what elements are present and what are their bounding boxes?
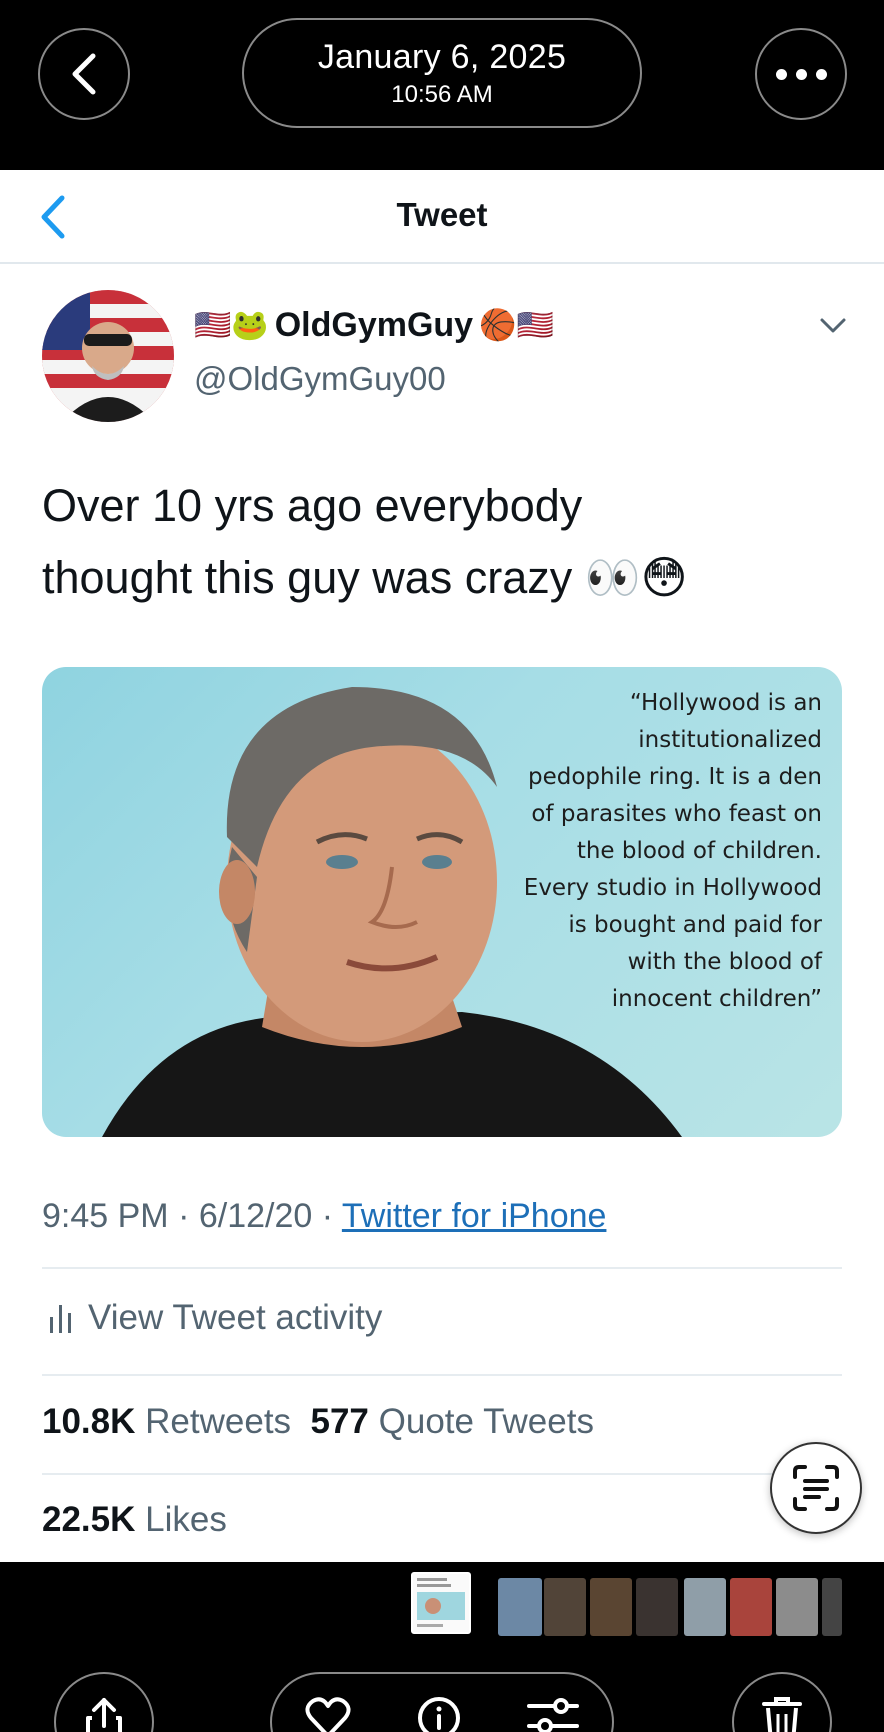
share-icon [86, 1698, 122, 1732]
tweet-timestamp: 9:45 PM · 6/12/20 · [42, 1197, 342, 1235]
engagement-stats: 10.8K Retweets 577 Quote Tweets [42, 1402, 594, 1442]
tweet-screenshot: Tweet 🇺🇸🐸 OldGymGuy 🏀🇺🇸 @OldGymGuy00 Ove… [0, 170, 884, 1562]
thumbnail[interactable] [498, 1578, 542, 1636]
quote-tweets-label[interactable]: Quote Tweets [379, 1402, 594, 1441]
name-suffix-emoji: 🏀🇺🇸 [479, 309, 554, 342]
live-text-icon [793, 1465, 839, 1511]
avatar-image [42, 290, 174, 422]
thumbnail[interactable] [684, 1578, 726, 1636]
live-text-button[interactable] [770, 1442, 862, 1534]
date-pill[interactable]: January 6, 2025 10:56 AM [242, 18, 642, 128]
tweet-image[interactable]: “Hollywood is an institutionalized pedop… [42, 667, 842, 1137]
heart-icon[interactable] [305, 1696, 351, 1732]
more-button[interactable] [755, 28, 847, 120]
delete-button[interactable] [732, 1672, 832, 1732]
thumbnail[interactable] [776, 1578, 818, 1636]
back-button[interactable] [38, 28, 130, 120]
sliders-icon[interactable] [527, 1696, 579, 1732]
quote-tweets-count: 577 [310, 1402, 369, 1441]
photo-time: 10:56 AM [391, 81, 493, 108]
thumbnail[interactable] [544, 1578, 586, 1636]
trash-icon [762, 1697, 802, 1732]
tweet-text: Over 10 yrs ago everybody thought this g… [42, 470, 842, 614]
thumbnail-image [413, 1574, 469, 1632]
thumbnail-strip [0, 1562, 884, 1732]
thumbnail[interactable] [822, 1578, 842, 1636]
image-quote: “Hollywood is an institutionalized pedop… [523, 690, 822, 1012]
tweet-text-line: Over 10 yrs ago everybody [42, 480, 583, 531]
view-activity-label: View Tweet activity [88, 1298, 383, 1337]
chevron-down-icon[interactable] [818, 316, 848, 336]
avatar[interactable] [42, 290, 174, 422]
divider [42, 1374, 842, 1376]
likes-count: 22.5K [42, 1500, 136, 1539]
page-title: Tweet [396, 196, 488, 233]
tweet-meta: 9:45 PM · 6/12/20 · Twitter for iPhone [42, 1197, 606, 1236]
retweets-count: 10.8K [42, 1402, 136, 1441]
user-handle[interactable]: @OldGymGuy00 [194, 360, 446, 398]
share-button[interactable] [54, 1672, 154, 1732]
tweet-source-link[interactable]: Twitter for iPhone [342, 1197, 607, 1235]
tweet-nav-bar: Tweet [0, 170, 884, 264]
ellipsis-icon [775, 68, 827, 80]
divider [42, 1473, 842, 1475]
thumbnail-current[interactable] [411, 1572, 471, 1634]
info-icon[interactable] [417, 1696, 461, 1732]
photo-date: January 6, 2025 [317, 38, 567, 76]
tweet-text-line: thought this guy was crazy 👀😳 [42, 552, 688, 603]
retweets-label[interactable]: Retweets [145, 1402, 291, 1441]
photos-top-bar: January 6, 2025 10:56 AM [0, 0, 884, 170]
likes-label: Likes [145, 1500, 227, 1539]
view-activity-button[interactable]: View Tweet activity [48, 1298, 382, 1338]
display-name[interactable]: OldGymGuy [275, 306, 473, 345]
likes-stat[interactable]: 22.5K Likes [42, 1500, 227, 1540]
thumbnail[interactable] [636, 1578, 678, 1636]
thumbnail[interactable] [730, 1578, 772, 1636]
bar-chart-icon [50, 1305, 71, 1333]
name-prefix-emoji: 🇺🇸🐸 [194, 309, 269, 342]
photo-actions-pill [270, 1672, 614, 1732]
chevron-left-icon [72, 53, 96, 95]
divider [42, 1267, 842, 1269]
thumbnail[interactable] [590, 1578, 632, 1636]
name-row: 🇺🇸🐸 OldGymGuy 🏀🇺🇸 [194, 306, 554, 345]
